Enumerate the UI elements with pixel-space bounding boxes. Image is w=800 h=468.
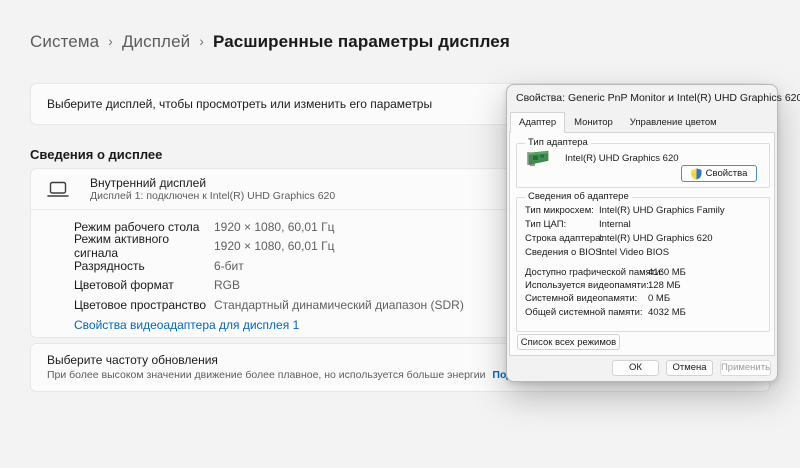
memory-row-system-video: Системной видеопамяти: 0 МБ — [525, 293, 670, 304]
laptop-icon — [47, 181, 73, 198]
adapter-info-group: Сведения об адаптере Тип микросхем: Inte… — [516, 197, 770, 332]
adapter-tab-panel: Тип адаптера Intel(R) UHD Graphics 620 — [509, 132, 775, 356]
info-row-adapter-string: Строка адаптера: Intel(R) UHD Graphics 6… — [525, 233, 713, 244]
display-connection: Дисплей 1: подключен к Intel(R) UHD Grap… — [90, 190, 335, 203]
memory-row-dedicated: Используется видеопамяти: 128 МБ — [525, 280, 681, 291]
page-title: Расширенные параметры дисплея — [213, 32, 510, 52]
dialog-titlebar[interactable]: Свойства: Generic PnP Monitor и Intel(R)… — [507, 85, 777, 111]
list-all-modes-button[interactable]: Список всех режимов — [517, 334, 620, 350]
gpu-card-icon — [525, 149, 551, 167]
tab-adapter[interactable]: Адаптер — [510, 112, 565, 133]
uac-shield-icon — [691, 168, 702, 180]
dialog-title: Свойства: Generic PnP Monitor и Intel(R)… — [516, 92, 800, 104]
cancel-button[interactable]: Отмена — [666, 360, 713, 376]
memory-row-available: Доступно графической памяти: 4160 МБ — [525, 267, 686, 278]
adapter-type-group-label: Тип адаптера — [525, 137, 591, 148]
apply-button: Применить — [720, 360, 771, 376]
adapter-name: Intel(R) UHD Graphics 620 — [565, 153, 679, 164]
info-row-chip-type: Тип микросхем: Intel(R) UHD Graphics Fam… — [525, 205, 725, 216]
display-adapter-properties-link[interactable]: Свойства видеоадаптера для дисплея 1 — [74, 318, 299, 332]
breadcrumb-item-system[interactable]: Система — [30, 32, 99, 52]
adapter-properties-button[interactable]: Свойства — [681, 165, 757, 182]
breadcrumb: Система › Дисплей › Расширенные параметр… — [30, 32, 510, 52]
dialog-footer: ОК Отмена Применить — [507, 354, 777, 381]
breadcrumb-chevron-icon: › — [108, 33, 113, 49]
dialog-tabs: Адаптер Монитор Управление цветом — [510, 112, 726, 132]
tab-color-management[interactable]: Управление цветом — [622, 113, 725, 132]
tab-monitor[interactable]: Монитор — [566, 113, 621, 132]
adapter-name-row: Intel(R) UHD Graphics 620 — [525, 149, 679, 167]
select-display-text: Выберите дисплей, чтобы просмотреть или … — [47, 97, 432, 111]
adapter-properties-dialog: Свойства: Generic PnP Monitor и Intel(R)… — [506, 84, 778, 382]
adapter-info-group-label: Сведения об адаптере — [525, 191, 632, 202]
display-info-section-title: Сведения о дисплее — [30, 147, 162, 162]
adapter-type-group: Тип адаптера Intel(R) UHD Graphics 620 — [516, 143, 770, 188]
memory-row-shared: Общей системной памяти: 4032 МБ — [525, 307, 686, 318]
info-row-bios: Сведения о BIOS: Intel Video BIOS — [525, 247, 669, 258]
info-row-dac-type: Тип ЦАП: Internal — [525, 219, 631, 230]
breadcrumb-chevron-icon: › — [199, 33, 204, 49]
ok-button[interactable]: ОК — [612, 360, 659, 376]
display-name: Внутренний дисплей — [90, 176, 335, 190]
breadcrumb-item-display[interactable]: Дисплей — [122, 32, 190, 52]
settings-window: Система › Дисплей › Расширенные параметр… — [0, 0, 800, 468]
adapter-properties-button-label: Свойства — [706, 168, 748, 179]
